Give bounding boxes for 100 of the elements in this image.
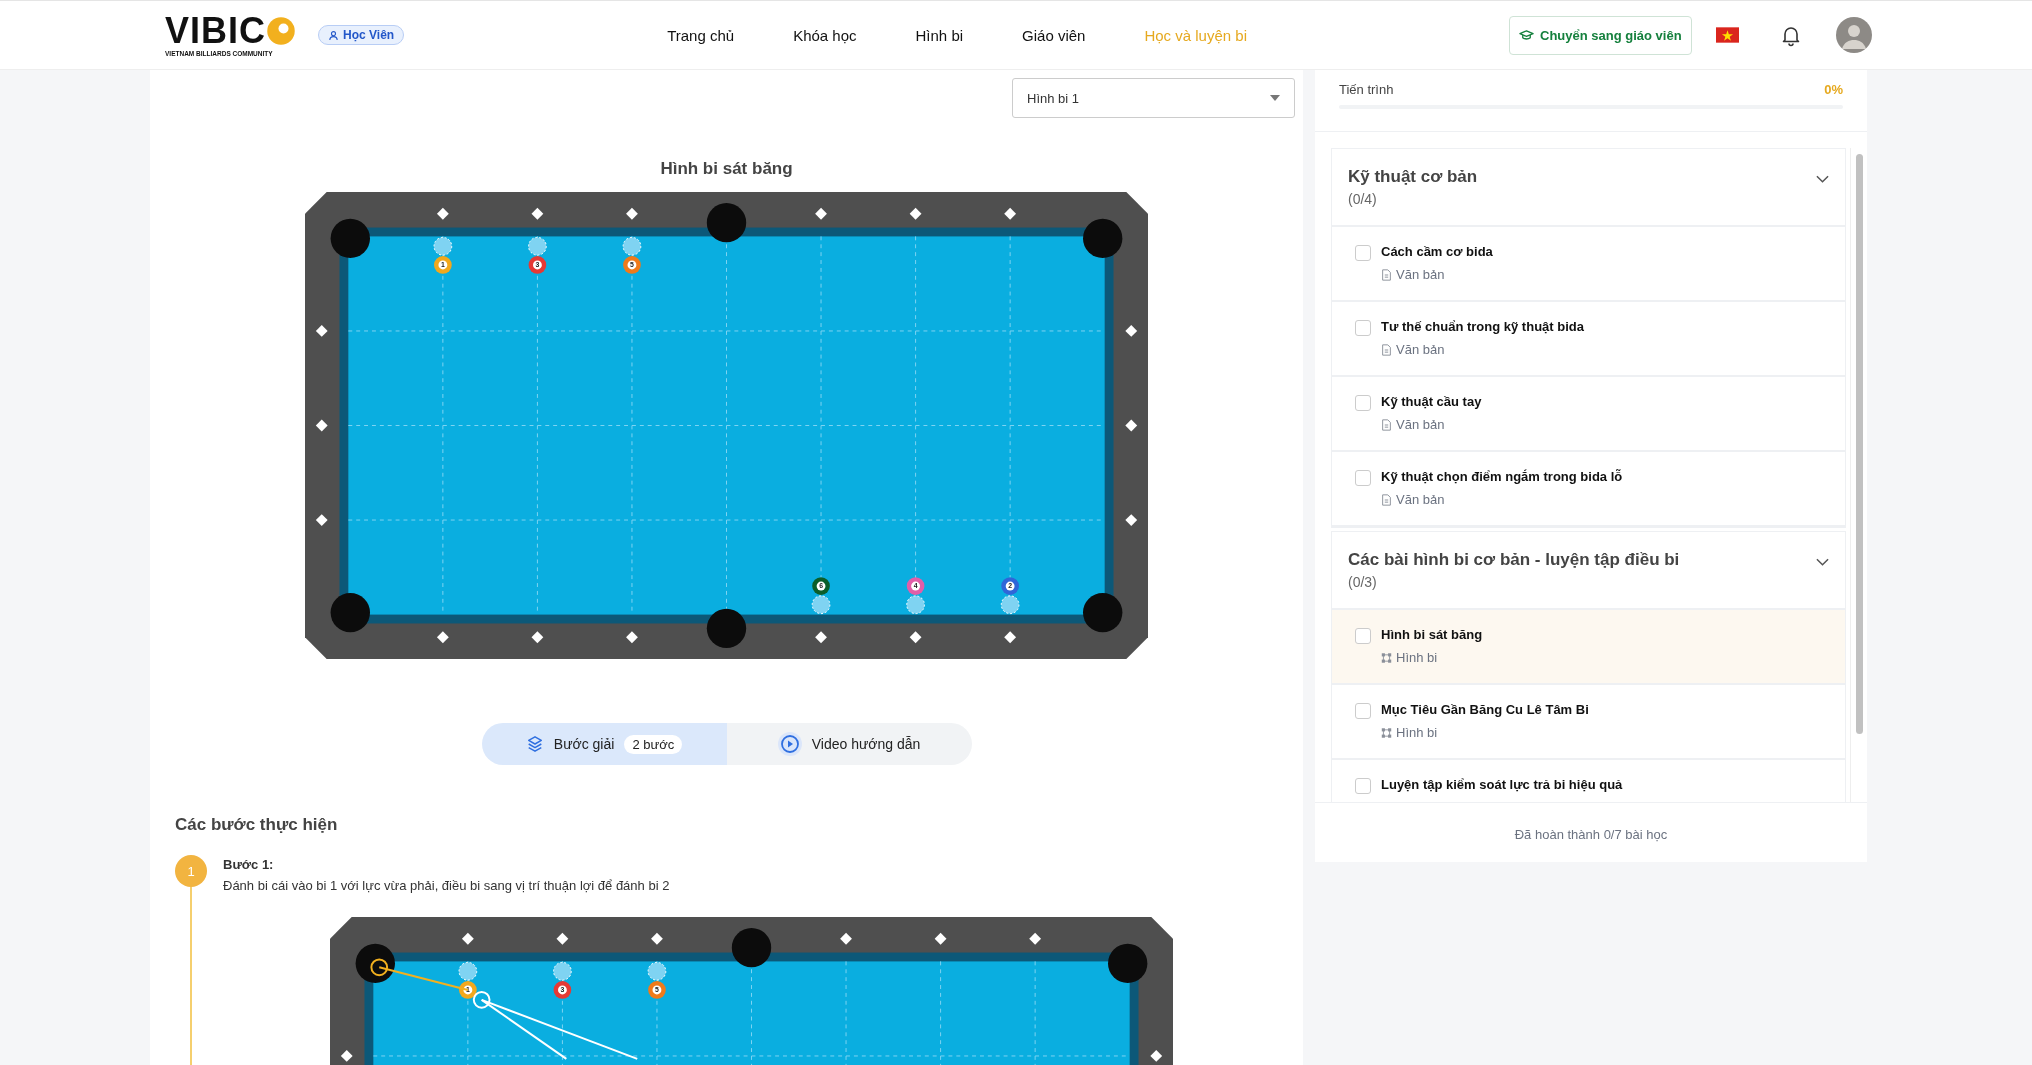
puzzle-select[interactable]: Hình bi 1: [1012, 78, 1295, 118]
logo-ball-icon: [266, 16, 296, 46]
lesson-item[interactable]: Cách cầm cơ bida Văn bản: [1332, 227, 1845, 302]
play-icon: [777, 732, 802, 756]
lesson-type: Văn bản: [1396, 492, 1445, 507]
nodes-icon: [1381, 651, 1392, 664]
pocket: [1083, 218, 1123, 259]
nodes-icon: [1381, 726, 1392, 739]
lesson-title: Mục Tiêu Gần Băng Cu Lê Tâm Bi: [1381, 702, 1589, 717]
ghost-ball: [433, 236, 453, 256]
document-icon: [1381, 418, 1392, 431]
rail-diamond: [436, 207, 449, 220]
lesson-item[interactable]: Kỹ thuật cầu tay Văn bản: [1332, 377, 1845, 452]
rail-diamond: [1150, 1050, 1163, 1062]
view-tab[interactable]: Bước giải 2 bước: [481, 723, 727, 765]
checkbox[interactable]: [1355, 395, 1371, 411]
step-description: Đánh bi cái vào bi 1 với lực vừa phải, điều bi sang vị trí thuận lợi để đánh bi 2: [223, 878, 670, 893]
pocket: [330, 592, 370, 633]
role-label: Học Viên: [343, 28, 395, 42]
pocket: [1083, 592, 1123, 633]
checkbox[interactable]: [1355, 245, 1371, 261]
nav-link[interactable]: Giáo viên: [1022, 26, 1086, 44]
progress-label: Tiến trình: [1339, 82, 1394, 97]
rail-diamond: [315, 514, 328, 526]
checkbox[interactable]: [1355, 470, 1371, 486]
lesson-type: Văn bản: [1396, 267, 1445, 282]
rail-diamond: [1004, 631, 1017, 644]
view-tab[interactable]: Video hướng dẫn: [726, 723, 972, 765]
rail-diamond: [909, 631, 922, 644]
lesson-title: Kỹ thuật cầu tay: [1381, 394, 1482, 409]
section-count: (0/3): [1348, 574, 1378, 590]
progress-value: 0%: [1824, 82, 1843, 97]
graduation-cap-icon: [1519, 27, 1534, 43]
checkbox[interactable]: [1355, 628, 1371, 644]
rail-diamond: [1004, 207, 1017, 220]
lesson-title: Luyện tập kiểm soát lực trả bi hiệu quả: [1381, 777, 1623, 792]
ghost-ball: [458, 961, 478, 981]
lesson-type: Hình bi: [1396, 725, 1438, 740]
layers-icon: [525, 735, 544, 753]
section-header[interactable]: Kỹ thuật cơ bản (0/4): [1332, 149, 1845, 227]
nav-link[interactable]: Khóa học: [793, 26, 857, 44]
puzzle-title: Hình bi sát băng: [659, 159, 794, 179]
rail-diamond: [531, 631, 544, 644]
rail-diamond: [1125, 419, 1138, 432]
pocket: [706, 608, 747, 649]
flag-icon[interactable]: [1715, 27, 1739, 43]
pocket: [330, 218, 370, 259]
rail-diamond: [315, 419, 328, 432]
lesson-title: Kỹ thuật chọn điểm ngắm trong bida lỗ: [1381, 469, 1623, 484]
rail-diamond: [840, 932, 852, 945]
user-icon: [328, 29, 339, 41]
rail-diamond: [651, 932, 663, 945]
ghost-ball: [811, 595, 831, 615]
pocket: [355, 943, 395, 984]
lesson-item[interactable]: Tư thế chuẩn trong kỹ thuật bida Văn bản: [1332, 302, 1845, 377]
lesson-type: Văn bản: [1396, 342, 1445, 357]
rail-diamond: [556, 932, 569, 945]
section-title: Các bài hình bi cơ bản - luyện tập điều bi: [1348, 550, 1680, 570]
rail-diamond: [909, 207, 922, 220]
nav-link[interactable]: Trang chủ: [667, 26, 735, 44]
document-icon: [1381, 493, 1392, 506]
lesson-item[interactable]: Hình bi sát băng Hình bi: [1332, 610, 1845, 685]
rail-diamond: [461, 932, 474, 945]
rail-diamond: [436, 631, 449, 644]
document-icon: [1381, 268, 1392, 281]
document-icon: [1381, 343, 1392, 356]
step-title: Bước 1:: [223, 857, 275, 872]
lesson-item[interactable]: Kỹ thuật chọn điểm ngắm trong bida lỗ Văn bản: [1332, 452, 1845, 527]
ghost-ball: [647, 961, 667, 981]
steps-heading: Các bước thực hiện: [175, 815, 339, 835]
pocket: [706, 202, 747, 243]
nav-link[interactable]: Hình bi: [915, 26, 964, 44]
ghost-ball: [622, 236, 642, 256]
completion-summary: Đã hoàn thành 0/7 bài học: [1315, 802, 1867, 862]
lesson-title: Tư thế chuẩn trong kỹ thuật bida: [1381, 319, 1584, 334]
pocket: [731, 927, 772, 968]
checkbox[interactable]: [1355, 703, 1371, 719]
checkbox[interactable]: [1355, 320, 1371, 336]
ghost-ball: [528, 236, 547, 256]
lesson-type: Hình bi: [1396, 650, 1438, 665]
ghost-ball: [553, 961, 572, 981]
lesson-title: Hình bi sát băng: [1381, 627, 1483, 642]
caret-icon: [1270, 95, 1280, 101]
rail-diamond: [531, 207, 544, 220]
rail-diamond: [626, 631, 638, 644]
step-number: 1: [175, 855, 207, 887]
rail-diamond: [340, 1050, 353, 1062]
pocket: [1108, 943, 1148, 984]
checkbox[interactable]: [1355, 778, 1371, 794]
lesson-item[interactable]: Mục Tiêu Gần Băng Cu Lê Tâm Bi Hình bi: [1332, 685, 1845, 760]
rail-diamond: [934, 932, 947, 945]
ghost-ball: [906, 595, 925, 615]
avatar[interactable]: [1835, 17, 1872, 53]
lesson-item[interactable]: Luyện tập kiểm soát lực trả bi hiệu quả: [1332, 760, 1845, 802]
rail-diamond: [1125, 514, 1138, 526]
rail-diamond: [1029, 932, 1042, 945]
switch-role-button[interactable]: Chuyển sang giáo viên: [1509, 15, 1692, 55]
section-title: Kỹ thuật cơ bản: [1348, 167, 1478, 187]
rail-diamond: [815, 631, 827, 644]
rail-diamond: [315, 325, 328, 337]
